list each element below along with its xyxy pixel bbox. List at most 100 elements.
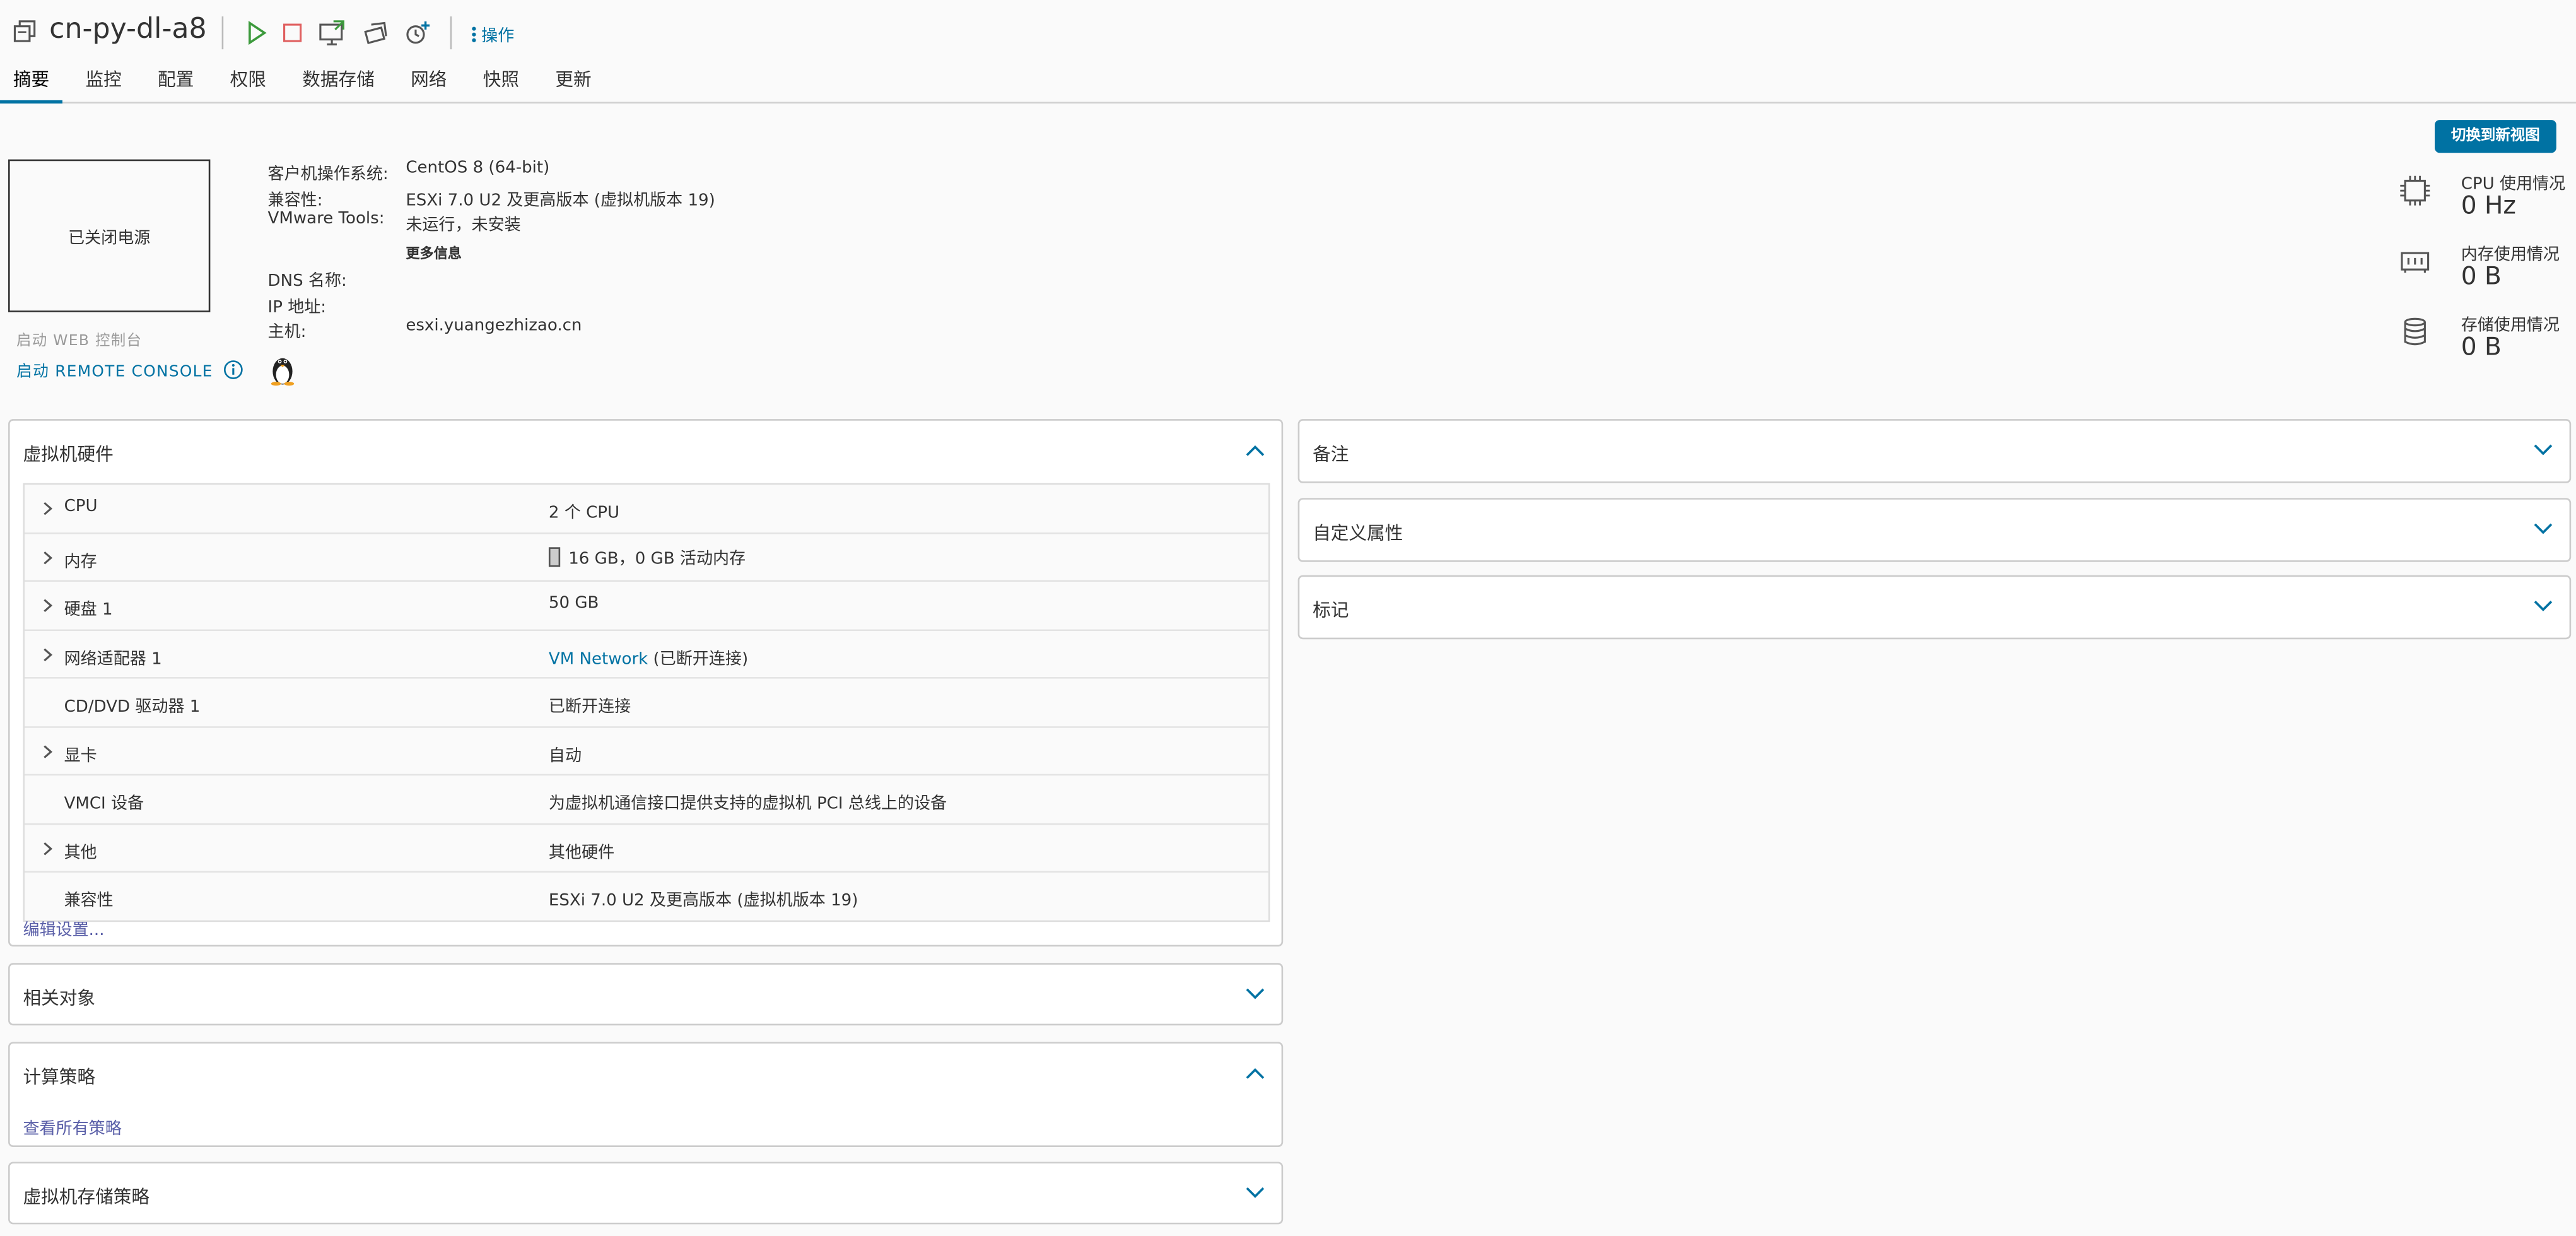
vm-icon [13,20,36,42]
actions-label: 操作 [481,28,515,46]
related-objects-panel[interactable]: 相关对象 [8,963,1284,1026]
tab-bar: 摘要 监控 配置 权限 数据存储 网络 快照 更新 [0,66,614,104]
storage-icon [2404,317,2426,346]
chevron-down-icon[interactable] [2533,522,2553,536]
hardware-row-other[interactable]: 其他 其他硬件 [25,824,1268,873]
compute-policy-panel: 计算策略 查看所有策略 [8,1042,1284,1148]
tags-panel[interactable]: 标记 [1297,575,2572,640]
hardware-name: 网络适配器 1 [64,650,162,668]
tab-monitor[interactable]: 监控 [73,66,135,100]
chevron-right-icon[interactable] [43,647,53,661]
hardware-row-memory[interactable]: 内存 16 GB，0 GB 活动内存 [25,533,1268,582]
hardware-name: CPU [64,498,98,516]
tab-updates[interactable]: 更新 [542,66,605,100]
switch-view-button[interactable]: 切换到新视图 [2434,120,2556,153]
hardware-name: 兼容性 [64,892,114,910]
host-value: esxi.yuangezhizao.cn [406,317,582,336]
chevron-right-icon[interactable] [43,501,53,515]
chevron-right-icon[interactable] [43,598,53,613]
hardware-name: 其他 [64,844,97,862]
toolbar-divider [450,16,452,50]
power-on-icon[interactable] [243,20,269,46]
tab-configure[interactable]: 配置 [144,66,207,100]
compatibility-key: 兼容性: [267,191,323,210]
chevron-down-icon[interactable] [2533,600,2553,613]
hardware-name: 内存 [64,553,97,572]
hardware-row-video-card[interactable]: 显卡 自动 [25,727,1268,776]
launch-remote-console[interactable]: 启动 REMOTE CONSOLE [16,358,243,381]
hardware-value: 其他硬件 [548,844,615,862]
migrate-icon[interactable] [363,20,390,46]
launch-remote-console-link[interactable]: 启动 REMOTE CONSOLE [16,358,213,382]
tab-snapshots[interactable]: 快照 [470,66,532,100]
hardware-name: CD/DVD 驱动器 1 [64,698,201,717]
chevron-down-icon[interactable] [1245,1187,1265,1200]
power-state-label: 已关闭电源 [68,230,151,249]
memory-usage-value: 0 B [2461,261,2502,291]
notes-title: 备注 [1313,444,1349,466]
more-info-link[interactable]: 更多信息 [406,243,462,263]
console-icon[interactable] [319,20,345,46]
custom-attributes-title: 自定义属性 [1313,522,1403,544]
vm-name: cn-py-dl-a8 [49,13,207,46]
hardware-value: 为虚拟机通信接口提供支持的虚拟机 PCI 总线上的设备 [548,795,947,814]
related-objects-title: 相关对象 [23,987,96,1009]
hardware-row-cpu[interactable]: CPU 2 个 CPU [25,485,1268,534]
notes-panel[interactable]: 备注 [1297,419,2572,483]
vm-hardware-panel: 虚拟机硬件 CPU 2 个 CPU 内存 16 GB，0 GB 活动内存 硬盘 … [8,419,1284,947]
chevron-right-icon[interactable] [43,550,53,564]
chevron-down-icon[interactable] [1245,987,1265,1001]
view-all-policies-link[interactable]: 查看所有策略 [23,1114,121,1139]
chevron-right-icon[interactable] [43,744,53,758]
hardware-row-disk[interactable]: 硬盘 1 50 GB [25,582,1268,630]
chevron-down-icon[interactable] [2533,444,2553,457]
hardware-name: 显卡 [64,746,97,765]
tab-permissions[interactable]: 权限 [217,66,279,100]
guest-os-key: 客户机操作系统: [267,166,389,184]
launch-web-console-link[interactable]: 启动 WEB 控制台 [16,329,142,350]
vm-header: cn-py-dl-a8 操作 摘要 监控 配置 权限 数据存储 网络 快照 更新 [0,0,2576,104]
tags-title: 标记 [1313,599,1349,621]
custom-attributes-panel[interactable]: 自定义属性 [1297,498,2572,562]
power-off-icon[interactable] [279,20,306,46]
vmware-tools-value: 未运行，未安装 [406,216,521,235]
cpu-usage-value: 0 Hz [2461,191,2516,221]
vm-hardware-title: 虚拟机硬件 [23,444,114,466]
hardware-value: VM Network (已断开连接) [548,650,749,668]
storage-policy-title: 虚拟机存储策略 [23,1186,150,1208]
chevron-up-icon[interactable] [1245,444,1265,457]
chevron-up-icon[interactable] [1245,1066,1265,1080]
toolbar-divider [221,16,224,50]
hardware-value: 已断开连接 [548,698,631,717]
tab-summary[interactable]: 摘要 [0,66,62,104]
edit-settings-link[interactable]: 编辑设置... [23,915,104,940]
info-icon[interactable] [223,360,242,379]
tab-networks[interactable]: 网络 [397,66,460,100]
hardware-row-network-adapter[interactable]: 网络适配器 1 VM Network (已断开连接) [25,630,1268,679]
vm-network-link[interactable]: VM Network [549,650,648,668]
storage-policy-panel[interactable]: 虚拟机存储策略 [8,1162,1284,1225]
vm-console-thumbnail[interactable]: 已关闭电源 [8,159,211,312]
cpu-icon [2400,175,2430,206]
tab-datastores[interactable]: 数据存储 [289,66,387,100]
hardware-row-cdrom: CD/DVD 驱动器 1 已断开连接 [25,678,1268,727]
storage-usage-value: 0 B [2461,332,2502,362]
guest-os-value: CentOS 8 (64-bit) [406,159,550,178]
hardware-row-compatibility: 兼容性 ESXi 7.0 U2 及更高版本 (虚拟机版本 19) [25,873,1268,920]
memory-icon [2401,252,2430,273]
compute-policy-title: 计算策略 [23,1066,96,1088]
actions-menu[interactable]: 操作 [472,21,515,46]
compatibility-value: ESXi 7.0 U2 及更高版本 (虚拟机版本 19) [406,191,715,210]
vm-summary-page: cn-py-dl-a8 操作 摘要 监控 配置 权限 数据存储 网络 快照 更新… [0,0,2576,1236]
memory-bar-icon [548,546,561,567]
hardware-value: 50 GB [548,594,599,613]
vmware-tools-key: VMware Tools: [267,210,385,229]
hardware-table: CPU 2 个 CPU 内存 16 GB，0 GB 活动内存 硬盘 1 50 G… [23,483,1270,921]
chevron-right-icon[interactable] [43,840,53,855]
hardware-row-vmci: VMCI 设备 为虚拟机通信接口提供支持的虚拟机 PCI 总线上的设备 [25,775,1268,825]
hardware-value: 自动 [548,746,582,765]
dns-name-key: DNS 名称: [267,273,347,291]
snapshot-icon[interactable] [404,20,431,46]
host-key: 主机: [267,324,307,342]
more-vertical-icon [472,26,476,42]
